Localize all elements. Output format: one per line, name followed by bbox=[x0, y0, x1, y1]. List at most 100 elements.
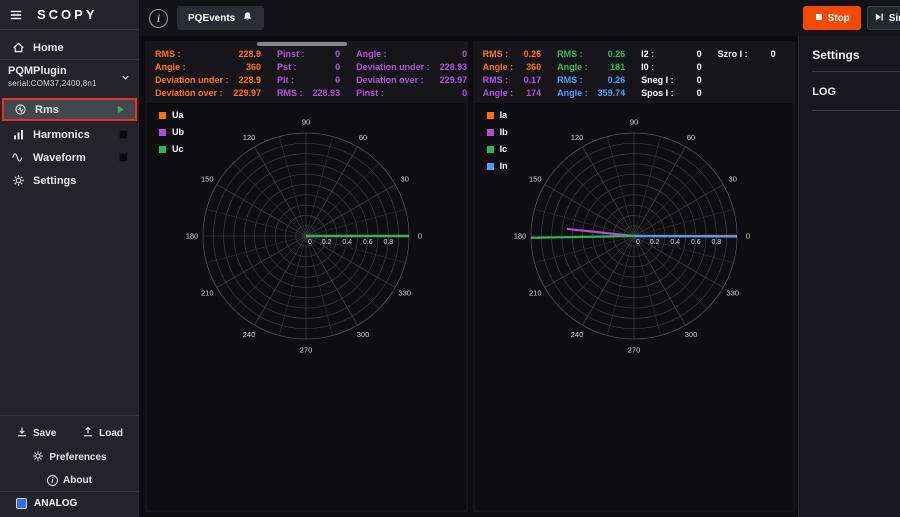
svg-text:0.4: 0.4 bbox=[343, 239, 353, 246]
stat-value: 360 bbox=[243, 61, 261, 73]
sidebar-item-analog[interactable]: ANALOG bbox=[0, 491, 139, 517]
charts-area: RMS :228.9Angle :360Deviation under :228… bbox=[140, 36, 798, 517]
legend-item-ic[interactable]: Ic bbox=[487, 144, 508, 154]
sidebar: SCOPY HomePQMPluginserial:COM37,2400,8n1… bbox=[0, 0, 140, 517]
stat-value: 0 bbox=[758, 48, 776, 60]
stat-item: Angle :360 bbox=[155, 61, 261, 73]
stop-label: Stop bbox=[828, 13, 850, 24]
stat-label: RMS : bbox=[557, 74, 583, 86]
legend-item-uc[interactable]: Uc bbox=[159, 144, 184, 154]
load-icon bbox=[82, 426, 94, 441]
stat-item: Pst :0 bbox=[277, 61, 340, 73]
run-indicator-play-icon[interactable] bbox=[115, 104, 126, 115]
stat-value: 0 bbox=[322, 74, 340, 86]
sidebar-item-label: Harmonics bbox=[33, 129, 90, 141]
stat-label: Deviation under : bbox=[356, 61, 430, 73]
sidebar-item-waveform[interactable]: Waveform bbox=[0, 146, 139, 169]
home-icon bbox=[11, 41, 25, 54]
stat-label: RMS : bbox=[557, 48, 583, 60]
legend-item-ua[interactable]: Ua bbox=[159, 110, 184, 120]
stat-label: RMS : bbox=[483, 74, 509, 86]
stat-label: RMS : bbox=[155, 48, 181, 60]
waveform-icon bbox=[11, 151, 25, 164]
svg-text:90: 90 bbox=[630, 118, 638, 127]
stop-icon bbox=[815, 13, 823, 24]
pqevents-label: PQEvents bbox=[188, 13, 235, 24]
legend-label: Uc bbox=[172, 144, 184, 154]
log-setting-row: LOG bbox=[812, 84, 900, 110]
stat-item: RMS : 0.17 bbox=[483, 74, 542, 86]
voltage-stats-table: RMS :228.9Angle :360Deviation under :228… bbox=[145, 41, 468, 103]
stat-label: Angle : bbox=[483, 61, 514, 73]
save-button[interactable]: Save bbox=[14, 424, 58, 443]
voltage-legend: Ua Ub Uc bbox=[159, 110, 184, 154]
stats-scrollbar-thumb[interactable] bbox=[257, 42, 347, 46]
svg-text:60: 60 bbox=[687, 133, 695, 142]
stop-indicator-icon[interactable] bbox=[119, 153, 128, 162]
stat-value: 0.17 bbox=[523, 74, 541, 86]
svg-text:60: 60 bbox=[359, 133, 367, 142]
stats-column: Angle :0Deviation under :228.93Deviation… bbox=[356, 48, 467, 99]
legend-item-ib[interactable]: Ib bbox=[487, 127, 508, 137]
chevron-down-icon[interactable] bbox=[120, 72, 131, 83]
preferences-button[interactable]: Preferences bbox=[30, 448, 108, 467]
svg-text:270: 270 bbox=[300, 346, 313, 355]
load-button[interactable]: Load bbox=[80, 424, 125, 443]
stats-column: RMS :228.9Angle :360Deviation under :228… bbox=[155, 48, 261, 99]
svg-text:300: 300 bbox=[685, 330, 698, 339]
svg-text:0.6: 0.6 bbox=[363, 239, 373, 246]
stat-item: Plt :0 bbox=[277, 74, 340, 86]
legend-item-ub[interactable]: Ub bbox=[159, 127, 184, 137]
stop-button[interactable]: Stop bbox=[803, 6, 861, 30]
sidebar-item-harmonics[interactable]: Harmonics bbox=[0, 123, 139, 146]
pqevents-button[interactable]: PQEvents bbox=[177, 6, 264, 30]
current-polar-chart: 030609012015018021024027030033000.20.40.… bbox=[494, 105, 774, 371]
legend-label: Ib bbox=[500, 127, 508, 137]
about-button[interactable]: i About bbox=[45, 473, 94, 488]
stat-label: Spos I : bbox=[641, 87, 674, 99]
settings-panel-title: Settings bbox=[812, 48, 900, 71]
preferences-label: Preferences bbox=[49, 452, 106, 463]
single-button[interactable]: Single bbox=[867, 6, 900, 30]
save-icon bbox=[16, 426, 28, 441]
svg-text:120: 120 bbox=[243, 133, 256, 142]
sidebar-item-pqmplugin[interactable]: PQMPluginserial:COM37,2400,8n1 bbox=[0, 59, 139, 96]
sidebar-item-settings[interactable]: Settings bbox=[0, 169, 139, 192]
stat-label: Angle : bbox=[557, 61, 588, 73]
stat-item: RMS :0.26 bbox=[483, 48, 542, 60]
stat-item: Angle :0 bbox=[356, 48, 467, 60]
svg-text:0: 0 bbox=[418, 232, 422, 241]
svg-text:0.2: 0.2 bbox=[650, 239, 660, 246]
stat-item: RMS :0.26 bbox=[557, 48, 625, 60]
legend-item-in[interactable]: In bbox=[487, 161, 508, 171]
svg-text:0: 0 bbox=[746, 232, 750, 241]
svg-text:0.8: 0.8 bbox=[384, 239, 394, 246]
stat-label: I2 : bbox=[641, 48, 654, 60]
sidebar-footer: Save Load Preferences i About bbox=[0, 415, 139, 517]
content-area: RMS :228.9Angle :360Deviation under :228… bbox=[140, 36, 900, 517]
stop-indicator-icon[interactable] bbox=[119, 130, 128, 139]
topbar: i PQEvents Stop Single bbox=[140, 0, 900, 36]
hamburger-menu-icon[interactable] bbox=[9, 8, 23, 22]
analog-label: ANALOG bbox=[34, 498, 77, 509]
divider bbox=[812, 110, 900, 111]
svg-text:330: 330 bbox=[726, 289, 739, 298]
stat-value: 0 bbox=[684, 61, 702, 73]
sidebar-item-rms[interactable]: Rms bbox=[2, 98, 137, 121]
stat-item: I2 :0 bbox=[641, 48, 702, 60]
sidebar-item-home[interactable]: Home bbox=[0, 36, 139, 59]
voltage-chart-region: UaUbUc 030609012015018021024027030033000… bbox=[147, 103, 466, 510]
sidebar-item-label: Rms bbox=[35, 104, 59, 116]
stat-item: I0 :0 bbox=[641, 61, 702, 73]
stat-label: RMS : bbox=[277, 87, 303, 99]
stat-item: RMS :0.26 bbox=[557, 74, 625, 86]
legend-item-ia[interactable]: Ia bbox=[487, 110, 508, 120]
harmonics-icon bbox=[11, 128, 25, 141]
info-button[interactable]: i bbox=[149, 9, 168, 28]
stat-value: 181 bbox=[607, 61, 625, 73]
main-area: i PQEvents Stop Single bbox=[140, 0, 900, 517]
stat-value: 0 bbox=[684, 74, 702, 86]
stat-value: 174 bbox=[523, 87, 541, 99]
stat-item: Pinst :0 bbox=[356, 87, 467, 99]
stat-label: Pinst : bbox=[356, 87, 384, 99]
